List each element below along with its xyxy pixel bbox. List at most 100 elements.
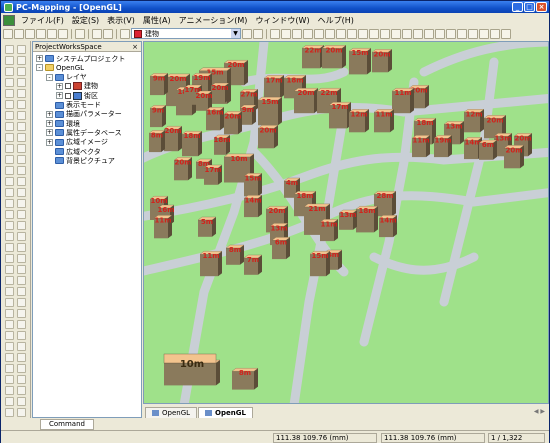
- tree-expander-icon[interactable]: +: [56, 92, 63, 100]
- drawing-tool-icon[interactable]: [17, 397, 26, 406]
- building[interactable]: 16m: [205, 107, 225, 131]
- tree-expander-icon[interactable]: +: [46, 138, 53, 146]
- drawing-tool-icon[interactable]: [5, 166, 14, 175]
- building[interactable]: 20m: [503, 145, 525, 169]
- tree-node[interactable]: + システムプロジェクト: [36, 54, 125, 63]
- drawing-tool-icon[interactable]: [17, 199, 26, 208]
- building[interactable]: 20m: [321, 45, 347, 69]
- layer-property-icon[interactable]: [242, 28, 252, 39]
- tab-opengl-1[interactable]: OpenGL: [145, 407, 198, 418]
- drawing-tool-icon[interactable]: [5, 67, 14, 76]
- drawing-tool-icon[interactable]: [5, 331, 14, 340]
- building[interactable]: 20m: [163, 126, 183, 152]
- drawing-tool-icon[interactable]: [17, 111, 26, 120]
- drawing-tool-icon[interactable]: [5, 122, 14, 131]
- drawing-tool-icon[interactable]: [17, 331, 26, 340]
- drawing-tool-icon[interactable]: [17, 166, 26, 175]
- drawing-tool-icon[interactable]: [5, 133, 14, 142]
- drawing-tool-icon[interactable]: [5, 78, 14, 87]
- tree-node[interactable]: - OpenGL: [36, 63, 84, 72]
- layer-visible-checkbox[interactable]: [65, 83, 71, 90]
- tree-node[interactable]: 背景ピクチュア: [46, 156, 115, 165]
- building[interactable]: 13m: [338, 209, 358, 230]
- building[interactable]: 11m: [319, 219, 339, 242]
- drawing-tool-icon[interactable]: [17, 144, 26, 153]
- tree-node[interactable]: 表示モード: [46, 101, 101, 110]
- drawing-tool-icon[interactable]: [5, 320, 14, 329]
- drawing-tool-icon[interactable]: [17, 243, 26, 252]
- paste-icon[interactable]: [103, 28, 113, 39]
- drawing-tool-icon[interactable]: [17, 276, 26, 285]
- tree-node[interactable]: - レイヤ: [46, 73, 87, 82]
- opengl-3d-view[interactable]: 22m20m15m20m20m15m20m19m9m17m18m20m18m20…: [143, 41, 549, 404]
- tree-node[interactable]: + 広域イメージ: [46, 138, 108, 147]
- close-button[interactable]: ×: [536, 2, 547, 12]
- drawing-tool-icon[interactable]: [17, 45, 26, 54]
- drawing-tool-icon[interactable]: [5, 243, 14, 252]
- drawing-tool-icon[interactable]: [17, 133, 26, 142]
- drawing-tool-icon[interactable]: [17, 265, 26, 274]
- minimize-button[interactable]: _: [512, 2, 523, 12]
- layer-list-icon[interactable]: [253, 28, 263, 39]
- building[interactable]: 11m: [391, 88, 415, 114]
- tool-o-icon[interactable]: [424, 28, 434, 39]
- drawing-tool-icon[interactable]: [17, 210, 26, 219]
- tool-m-icon[interactable]: [402, 28, 412, 39]
- drawing-tool-icon[interactable]: [5, 353, 14, 362]
- building[interactable]: 20m: [223, 111, 243, 135]
- drawing-tool-icon[interactable]: [17, 375, 26, 384]
- building[interactable]: 7m: [243, 254, 263, 275]
- drawing-tool-icon[interactable]: [17, 122, 26, 131]
- drawing-tool-icon[interactable]: [17, 408, 26, 417]
- drawing-tool-icon[interactable]: [5, 342, 14, 351]
- building[interactable]: 6m: [271, 237, 291, 260]
- drawing-tool-icon[interactable]: [5, 232, 14, 241]
- drawing-tool-icon[interactable]: [17, 232, 26, 241]
- tab-opengl-2[interactable]: OpenGL: [198, 407, 253, 418]
- building[interactable]: 20m: [293, 88, 319, 114]
- pen-icon[interactable]: [75, 28, 85, 39]
- tab-scroll-arrows[interactable]: ◀ ▶: [534, 408, 545, 418]
- tool-j-icon[interactable]: [369, 28, 379, 39]
- drawing-tool-icon[interactable]: [5, 309, 14, 318]
- tree-expander-icon[interactable]: +: [36, 55, 43, 62]
- save-as-icon[interactable]: [36, 28, 46, 39]
- building[interactable]: 17m: [263, 75, 285, 99]
- drawing-tool-icon[interactable]: [5, 254, 14, 263]
- tab-command[interactable]: Command: [40, 418, 94, 430]
- building[interactable]: 11m: [411, 135, 431, 158]
- tree-expander-icon[interactable]: +: [46, 120, 53, 128]
- new-icon[interactable]: [3, 28, 13, 39]
- tool-q-icon[interactable]: [446, 28, 456, 39]
- copy-icon[interactable]: [92, 28, 102, 39]
- tool-u-icon[interactable]: [490, 28, 500, 39]
- menu-help[interactable]: ヘルプ(H): [314, 15, 358, 26]
- drawing-tool-icon[interactable]: [5, 221, 14, 230]
- tool-r-icon[interactable]: [457, 28, 467, 39]
- building[interactable]: 14m: [243, 195, 263, 218]
- drawing-tool-icon[interactable]: [17, 309, 26, 318]
- drawing-tool-icon[interactable]: [17, 353, 26, 362]
- building[interactable]: 20m: [210, 82, 230, 103]
- drawing-tool-icon[interactable]: [17, 56, 26, 65]
- tool-t-icon[interactable]: [479, 28, 489, 39]
- menu-file[interactable]: ファイル(F): [17, 15, 68, 26]
- drawing-tool-icon[interactable]: [17, 100, 26, 109]
- tree-expander-icon[interactable]: +: [46, 110, 53, 118]
- drawing-tool-icon[interactable]: [17, 320, 26, 329]
- drawing-tool-icon[interactable]: [5, 144, 14, 153]
- tool-f-icon[interactable]: [325, 28, 335, 39]
- drawing-tool-icon[interactable]: [17, 188, 26, 197]
- tree-node[interactable]: + 建物: [56, 82, 98, 91]
- menu-window[interactable]: ウィンドウ(W): [251, 15, 313, 26]
- building[interactable]: 5m: [197, 216, 217, 237]
- building[interactable]: 15m: [348, 48, 372, 75]
- tool-p-icon[interactable]: [435, 28, 445, 39]
- building[interactable]: 8m: [225, 244, 245, 265]
- drawing-tool-icon[interactable]: [17, 342, 26, 351]
- layer-icon[interactable]: [120, 28, 130, 39]
- layer-visible-checkbox[interactable]: [65, 92, 71, 99]
- drawing-tool-icon[interactable]: [5, 89, 14, 98]
- building[interactable]: 20m: [173, 157, 193, 181]
- drawing-tool-icon[interactable]: [5, 287, 14, 296]
